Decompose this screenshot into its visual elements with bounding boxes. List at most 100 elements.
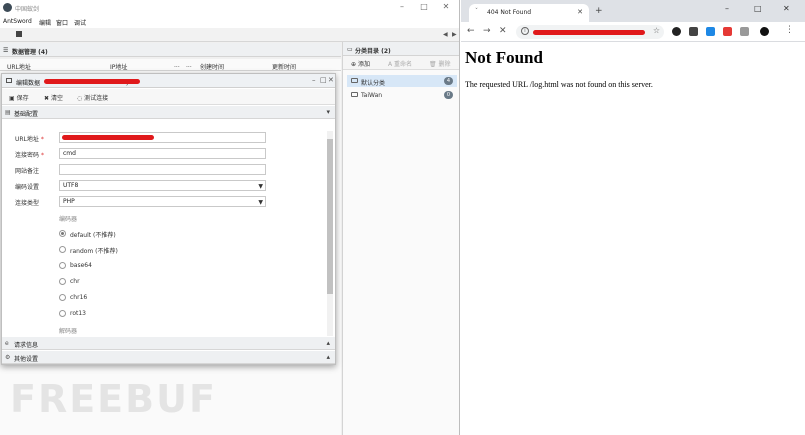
request-icon: e	[5, 340, 9, 347]
dialog-minimize-icon[interactable]: –	[312, 76, 316, 84]
new-tab-icon[interactable]: +	[595, 6, 603, 16]
expand-icon[interactable]: ▴	[326, 353, 330, 361]
url-label: URL地址 *	[15, 136, 44, 143]
password-label: 连接密码 *	[15, 152, 44, 159]
maximize-icon[interactable]: □	[419, 2, 429, 12]
category-toolbar: ⊕ 添加 A 重命名 🗑 删除	[343, 56, 459, 70]
translate-icon[interactable]	[706, 27, 715, 36]
minimize-icon[interactable]: –	[397, 2, 407, 12]
menu-antsword[interactable]: AntSword	[3, 18, 32, 25]
menu-edit[interactable]: 编辑	[39, 18, 51, 27]
col-more-2[interactable]: ...	[186, 62, 192, 69]
forward-icon[interactable]: →	[483, 26, 491, 36]
site-info-icon[interactable]: i	[521, 27, 529, 35]
folder-icon	[351, 78, 358, 83]
browser-toolbar: ← → ✕ i ☆ ⋮	[461, 22, 805, 42]
type-select[interactable]: PHP ▼	[59, 196, 266, 207]
browser-window: ˇ 404 Not Found ✕ + – □ ✕ ← → ✕ i ☆ ⋮ No…	[461, 0, 805, 435]
category-panel: ▭ 分类目录 (2) ⊕ 添加 A 重命名 🗑 删除 默认分类 4 TaiWan…	[342, 42, 459, 435]
menu-debug[interactable]: 调试	[74, 18, 86, 27]
col-updated[interactable]: 更新时间	[272, 62, 296, 71]
col-ip[interactable]: IP地址	[110, 62, 127, 71]
browser-maximize-icon[interactable]: □	[754, 4, 762, 13]
rename-category-button[interactable]: A 重命名	[388, 59, 412, 68]
clear-button[interactable]: ✖ 清空	[44, 93, 63, 102]
browser-close-icon[interactable]: ✕	[783, 4, 790, 13]
window-icon	[6, 78, 12, 83]
browser-menu-icon[interactable]: ⋮	[785, 25, 794, 35]
col-url[interactable]: URL地址	[7, 62, 31, 71]
note-input[interactable]	[59, 164, 266, 175]
stop-icon[interactable]: ✕	[499, 26, 507, 36]
extension-icon[interactable]	[723, 27, 732, 36]
browser-tab-strip: ˇ 404 Not Found ✕ + – □ ✕	[461, 0, 805, 22]
add-category-button[interactable]: ⊕ 添加	[351, 59, 370, 68]
chevron-down-icon: ▼	[258, 199, 263, 206]
radio-encoder-base64[interactable]	[59, 262, 66, 269]
folder-icon	[351, 92, 358, 97]
basic-config-form: URL地址 * 连接密码 * cmd 网站备注 编码设置 UTF8 ▼ 连接类型 …	[2, 119, 335, 341]
section-basic-header[interactable]: ▤ 基础配置 ▾	[2, 106, 335, 119]
type-label: 连接类型	[15, 200, 40, 207]
category-item-taiwan[interactable]: TaiWan 0	[347, 89, 457, 101]
address-bar[interactable]: i ☆	[516, 25, 664, 39]
expand-icon[interactable]: ▴	[326, 339, 330, 347]
password-input[interactable]: cmd	[59, 148, 266, 159]
encoder-label: base64	[70, 262, 92, 269]
collapse-icon[interactable]: ▾	[326, 108, 330, 116]
category-item-default[interactable]: 默认分类 4	[347, 75, 457, 87]
encoding-select[interactable]: UTF8 ▼	[59, 180, 266, 191]
category-count-badge: 4	[444, 77, 453, 85]
extension-icon[interactable]	[672, 27, 681, 36]
menu-window[interactable]: 窗口	[56, 18, 68, 27]
section-other-header[interactable]: ⚙ 其他设置 ▴	[2, 351, 335, 364]
redacted-address	[533, 30, 645, 35]
title-bar: 中国蚁剑 – □ ✕	[0, 0, 459, 16]
bookmark-star-icon[interactable]: ☆	[653, 26, 660, 35]
back-icon[interactable]: ←	[467, 26, 475, 36]
menu-bar: AntSword 编辑 窗口 调试	[0, 16, 459, 28]
encoder-label: chr16	[70, 294, 88, 301]
section-request-header[interactable]: e 请求信息 ▴	[2, 337, 335, 350]
radio-encoder-chr[interactable]	[59, 278, 66, 285]
grid-icon[interactable]	[16, 31, 22, 37]
dialog-close-icon[interactable]: ✕	[328, 76, 334, 84]
radio-encoder-default[interactable]	[59, 230, 66, 237]
antsword-window: 中国蚁剑 – □ ✕ AntSword 编辑 窗口 调试 ◀ ▶ ☰ 数据管理 …	[0, 0, 460, 435]
dialog-maximize-icon[interactable]: □	[320, 76, 327, 84]
category-panel-header: ▭ 分类目录 (2)	[343, 42, 459, 56]
encoder-label: chr	[70, 278, 80, 285]
encoding-label: 编码设置	[15, 184, 40, 191]
browser-minimize-icon[interactable]: –	[725, 4, 729, 13]
delete-category-button[interactable]: 🗑 删除	[429, 59, 451, 68]
extension-icon[interactable]	[689, 27, 698, 36]
col-created[interactable]: 创建时间	[200, 62, 224, 71]
scrollbar-thumb[interactable]	[327, 139, 333, 294]
form-scrollbar[interactable]	[327, 131, 333, 336]
shield-icon[interactable]	[740, 27, 749, 36]
radio-encoder-random[interactable]	[59, 246, 66, 253]
avatar[interactable]	[760, 27, 769, 36]
page-message: The requested URL /log.html was not foun…	[465, 80, 653, 89]
tab-close-icon[interactable]: ✕	[577, 8, 583, 16]
decoder-group-label: 解码器	[59, 328, 78, 335]
tab-scroll-right-icon[interactable]: ▶	[452, 31, 457, 38]
encoder-label: default (不推荐)	[70, 232, 116, 239]
antsword-logo-icon	[3, 3, 12, 12]
close-icon[interactable]: ✕	[441, 2, 451, 12]
tab-bar: ◀ ▶	[0, 28, 459, 42]
radio-encoder-chr16[interactable]	[59, 294, 66, 301]
browser-tab[interactable]: ˇ 404 Not Found ✕	[469, 4, 589, 22]
col-more-1[interactable]: ...	[174, 62, 180, 69]
dialog-title-bar: 编辑数据) – □ ✕	[2, 74, 335, 88]
window-title: 中国蚁剑	[15, 6, 40, 13]
grid-header: URL地址 IP地址 ... ... 创建时间 更新时间	[0, 59, 341, 71]
save-button[interactable]: ▣ 保存	[9, 93, 29, 102]
tab-scroll-left-icon[interactable]: ◀	[443, 31, 448, 38]
test-connection-button[interactable]: ◌ 测试连接	[77, 93, 108, 102]
radio-encoder-rot13[interactable]	[59, 310, 66, 317]
list-icon: ☰	[3, 47, 9, 54]
redacted-title	[44, 79, 140, 84]
dialog-toolbar: ▣ 保存 ✖ 清空 ◌ 测试连接	[2, 89, 335, 105]
category-panel-title: 分类目录 (2)	[355, 48, 391, 55]
